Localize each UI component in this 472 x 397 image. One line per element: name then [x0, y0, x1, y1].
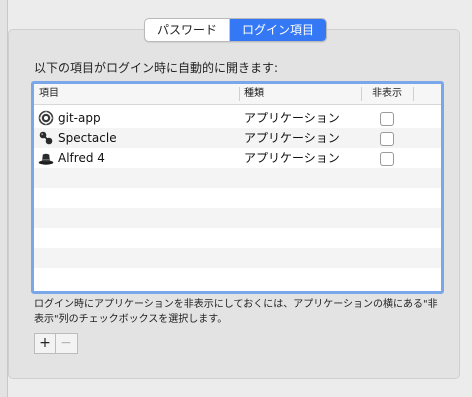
- empty-row: [34, 268, 441, 288]
- alfred-icon: [38, 150, 54, 166]
- empty-row: [34, 168, 441, 188]
- item-name: git-app: [58, 111, 101, 125]
- empty-row: [34, 248, 441, 268]
- empty-row: [34, 188, 441, 208]
- column-header-hidden[interactable]: 非表示: [372, 84, 402, 104]
- spectacle-icon: [38, 130, 54, 146]
- tab-login-items[interactable]: ログイン項目: [230, 19, 326, 41]
- item-name: Spectacle: [58, 131, 117, 145]
- help-text: ログイン時にアプリケーションを非表示にしておくには、アプリケーションの横にある"…: [34, 299, 438, 325]
- hide-checkbox[interactable]: [380, 132, 394, 146]
- intro-label: 以下の項目がログイン時に自動的に開きます:: [34, 61, 279, 75]
- item-kind: アプリケーション: [244, 111, 340, 125]
- segmented-tab-control: パスワード ログイン項目: [144, 18, 327, 42]
- left-panel-edge: [0, 0, 8, 397]
- add-button[interactable]: +: [35, 334, 56, 353]
- remove-button[interactable]: −: [56, 334, 76, 353]
- item-name: Alfred 4: [58, 151, 105, 165]
- table-row[interactable]: git-app アプリケーション: [34, 108, 441, 128]
- add-remove-buttons: + −: [34, 333, 78, 354]
- table-header: 項目 種類 非表示: [34, 84, 441, 105]
- git-app-icon: [38, 110, 54, 126]
- hide-checkbox[interactable]: [380, 152, 394, 166]
- column-header-item[interactable]: 項目: [39, 84, 59, 104]
- column-header-kind[interactable]: 種類: [244, 84, 264, 104]
- tab-password[interactable]: パスワード: [145, 19, 230, 41]
- empty-row: [34, 228, 441, 248]
- item-kind: アプリケーション: [244, 131, 340, 145]
- hide-checkbox[interactable]: [380, 112, 394, 126]
- login-items-table[interactable]: 項目 種類 非表示 git-app アプリケーション Spectacle アプリ…: [31, 81, 444, 294]
- empty-row: [34, 208, 441, 228]
- table-row[interactable]: Spectacle アプリケーション: [34, 128, 441, 148]
- table-row[interactable]: Alfred 4 アプリケーション: [34, 148, 441, 168]
- item-kind: アプリケーション: [244, 151, 340, 165]
